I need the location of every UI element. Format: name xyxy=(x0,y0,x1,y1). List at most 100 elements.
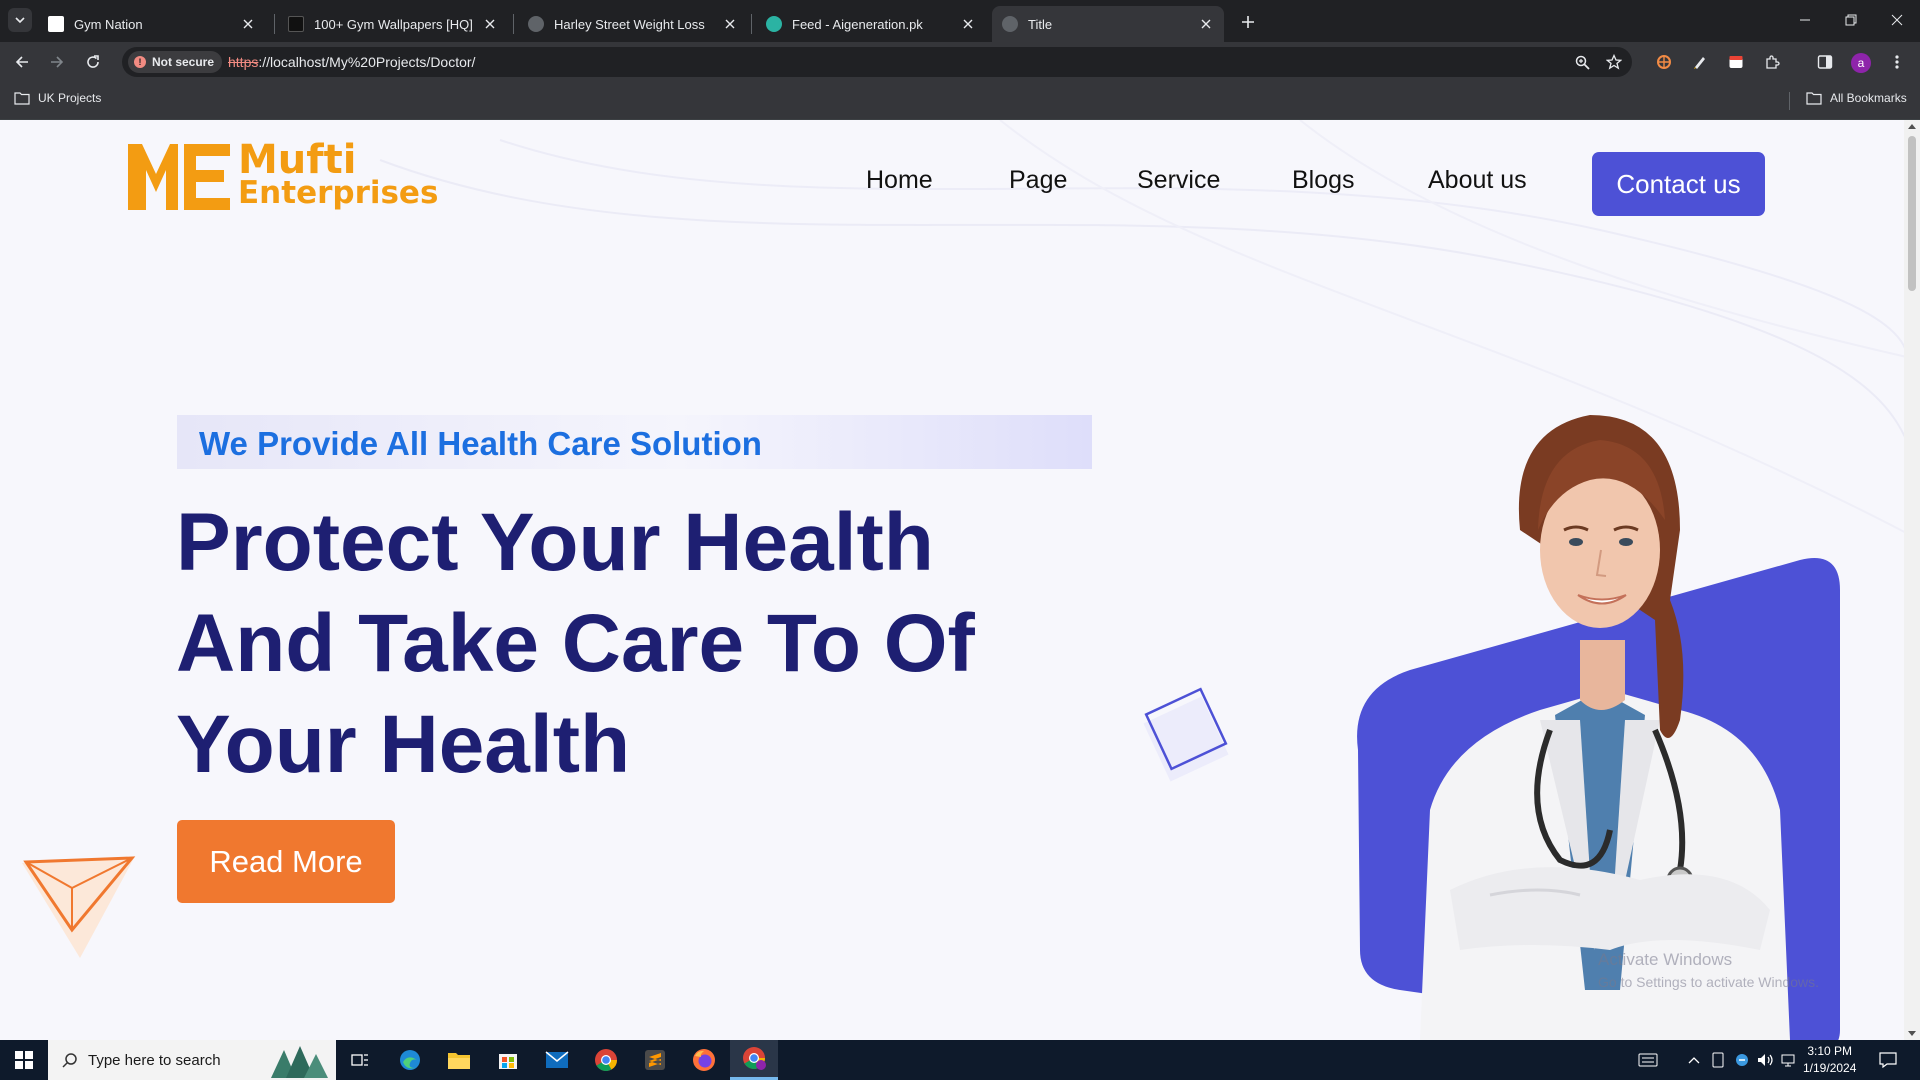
profile-initial: a xyxy=(1857,56,1865,70)
close-icon xyxy=(1891,14,1903,26)
warning-icon: ! xyxy=(134,56,146,68)
show-hidden-icons-chevron-icon[interactable] xyxy=(1684,1050,1704,1070)
hero-title-line-3: Your Health xyxy=(176,699,631,790)
back-button[interactable] xyxy=(8,48,36,76)
windows-logo-icon xyxy=(15,1051,33,1069)
nav-page[interactable]: Page xyxy=(1009,166,1067,195)
doctor-hero-image xyxy=(1357,415,1840,1040)
arrow-left-icon xyxy=(15,56,28,68)
nav-blogs[interactable]: Blogs xyxy=(1292,166,1355,195)
tab-title: Title xyxy=(1028,16,1053,32)
tab-title: Feed - Aigeneration.pk xyxy=(792,16,923,32)
browser-tab-strip: Gym Nation 100+ Gym Wallpapers [HQ] | Do… xyxy=(0,0,1920,42)
hero-title-line-1: Protect Your Health xyxy=(176,497,934,588)
read-more-button[interactable]: Read More xyxy=(177,820,395,903)
triangle-decoration-icon xyxy=(22,856,136,958)
close-tab-icon[interactable] xyxy=(722,16,738,32)
extensions-puzzle-icon[interactable] xyxy=(1762,52,1782,72)
zoom-icon[interactable] xyxy=(1572,52,1592,72)
tagline-banner: We Provide All Health Care Solution xyxy=(177,415,1092,469)
all-bookmarks-folder[interactable]: All Bookmarks xyxy=(1806,91,1907,105)
onedrive-icon[interactable] xyxy=(1732,1050,1752,1070)
profile-avatar[interactable]: a xyxy=(1851,53,1871,73)
device-icon[interactable] xyxy=(1708,1050,1728,1070)
extension-wheel-icon[interactable] xyxy=(1654,52,1674,72)
site-security-chip[interactable]: ! Not secure xyxy=(128,51,223,73)
scroll-down-arrow-icon[interactable] xyxy=(1908,1031,1916,1036)
tab-gym-nation[interactable]: Gym Nation xyxy=(38,6,266,42)
page-scrollbar[interactable] xyxy=(1904,120,1920,1040)
chrome-icon[interactable] xyxy=(592,1046,620,1074)
taskbar-search-placeholder: Type here to search xyxy=(88,1051,221,1069)
keyboard-icon[interactable] xyxy=(1638,1050,1658,1070)
tab-title: Gym Nation xyxy=(74,16,143,32)
nav-home[interactable]: Home xyxy=(866,166,933,195)
contact-us-button[interactable]: Contact us xyxy=(1592,152,1765,216)
site-logo[interactable]: Mufti Enterprises xyxy=(126,138,438,216)
windows-taskbar: Type here to search 3:10 PM 1/19/2024 xyxy=(0,1040,1920,1080)
network-icon[interactable] xyxy=(1780,1050,1800,1070)
logo-line-1: Mufti xyxy=(238,137,357,183)
task-view-icon[interactable] xyxy=(346,1046,374,1074)
bookmark-label: All Bookmarks xyxy=(1830,91,1907,105)
notifications-icon[interactable] xyxy=(1878,1050,1898,1070)
tab-search-button[interactable] xyxy=(8,8,32,32)
extension-calendar-icon[interactable] xyxy=(1726,52,1746,72)
taskbar-clock[interactable]: 3:10 PM 1/19/2024 xyxy=(1803,1043,1856,1077)
close-tab-icon[interactable] xyxy=(960,16,976,32)
browser-toolbar: ! Not secure https://localhost/My%20Proj… xyxy=(0,42,1920,82)
watermark-line-1: Activate Windows xyxy=(1598,950,1733,969)
scroll-up-arrow-icon[interactable] xyxy=(1908,124,1916,129)
tab-title: 100+ Gym Wallpapers [HQ] | Do xyxy=(314,16,476,32)
tab-title: Harley Street Weight Loss xyxy=(554,16,705,32)
tab-gym-wallpapers[interactable]: 100+ Gym Wallpapers [HQ] | Do xyxy=(278,6,508,42)
microsoft-store-icon[interactable] xyxy=(494,1046,522,1074)
scrollbar-thumb[interactable] xyxy=(1908,136,1916,291)
close-tab-icon[interactable] xyxy=(482,16,498,32)
square-decoration-icon xyxy=(1143,687,1229,782)
close-tab-icon[interactable] xyxy=(1198,16,1214,32)
side-panel-icon[interactable] xyxy=(1815,52,1835,72)
page-favicon-icon xyxy=(48,16,64,32)
nav-service[interactable]: Service xyxy=(1137,166,1220,195)
tagline-text: We Provide All Health Care Solution xyxy=(199,425,762,462)
file-explorer-icon[interactable] xyxy=(445,1046,473,1074)
start-button[interactable] xyxy=(0,1040,48,1080)
close-window-button[interactable] xyxy=(1874,0,1920,40)
globe-icon xyxy=(528,16,544,32)
restore-button[interactable] xyxy=(1828,0,1874,40)
tab-aigeneration-feed[interactable]: Feed - Aigeneration.pk xyxy=(756,6,986,42)
bookmark-star-icon[interactable] xyxy=(1604,52,1624,72)
watermark-line-2: Go to Settings to activate Windows. xyxy=(1598,974,1819,990)
new-tab-button[interactable] xyxy=(1234,8,1262,36)
globe-icon xyxy=(1002,16,1018,32)
reload-button[interactable] xyxy=(79,48,107,76)
forward-button[interactable] xyxy=(43,48,71,76)
folder-icon xyxy=(14,92,30,105)
chevron-down-icon xyxy=(15,17,25,24)
tab-title-active[interactable]: Title xyxy=(992,6,1224,42)
logo-line-2: Enterprises xyxy=(238,175,439,211)
extension-pen-icon[interactable] xyxy=(1690,52,1710,72)
close-tab-icon[interactable] xyxy=(240,16,256,32)
hero-title-line-2: And Take Care To Of xyxy=(176,598,975,689)
address-bar[interactable]: ! Not secure https://localhost/My%20Proj… xyxy=(122,47,1632,77)
tab-harley-street[interactable]: Harley Street Weight Loss xyxy=(518,6,748,42)
chrome-profile-icon xyxy=(743,1047,766,1070)
mail-icon[interactable] xyxy=(543,1046,571,1074)
taskbar-search-box[interactable]: Type here to search xyxy=(48,1040,336,1080)
edge-browser-icon[interactable] xyxy=(396,1046,424,1074)
minimize-button[interactable] xyxy=(1782,0,1828,40)
activate-windows-watermark: Activate Windows Go to Settings to activ… xyxy=(1598,950,1819,990)
minimize-icon xyxy=(1800,19,1810,21)
chrome-profile-window-button[interactable] xyxy=(730,1040,778,1080)
sublime-text-icon[interactable] xyxy=(641,1046,669,1074)
bookmark-folder-uk-projects[interactable]: UK Projects xyxy=(14,91,101,105)
url-text[interactable]: https://localhost/My%20Projects/Doctor/ xyxy=(228,54,475,70)
arrow-right-icon xyxy=(51,56,64,68)
hero-title: Protect Your Health And Take Care To Of … xyxy=(176,492,1076,795)
browser-menu-icon[interactable] xyxy=(1887,52,1907,72)
nav-about-us[interactable]: About us xyxy=(1428,166,1527,195)
volume-icon[interactable] xyxy=(1756,1050,1776,1070)
firefox-icon[interactable] xyxy=(690,1046,718,1074)
